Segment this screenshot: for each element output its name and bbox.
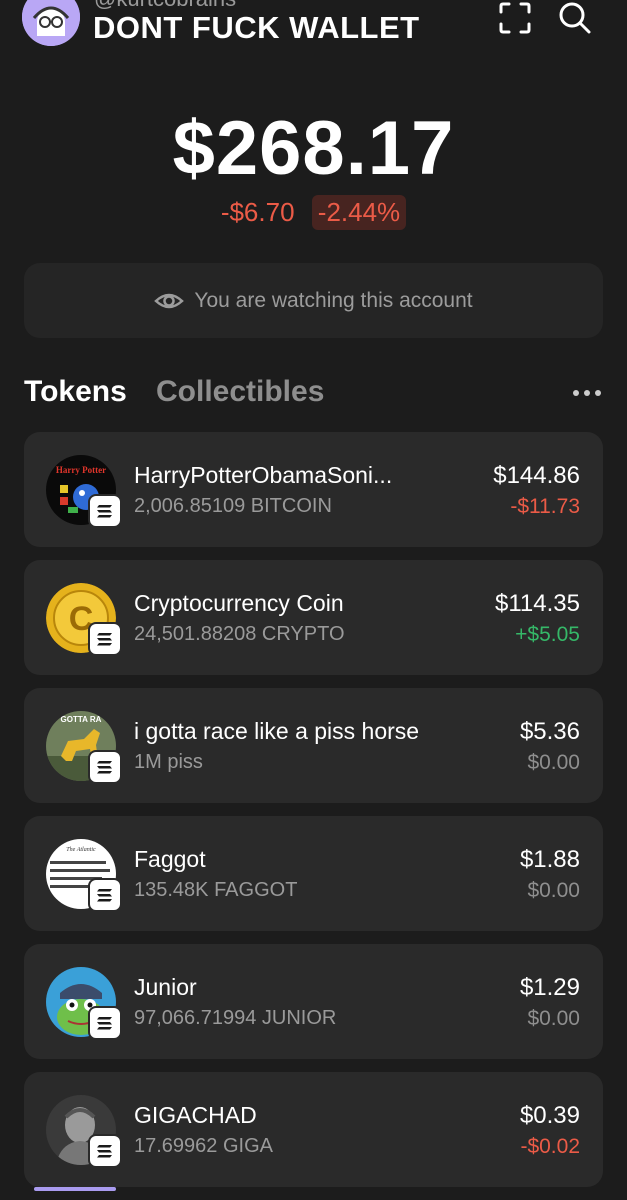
token-row-junior[interactable]: Junior 97,066.71994 JUNIOR $1.29 $0.00 <box>24 944 603 1059</box>
token-change: -$0.02 <box>520 1135 580 1158</box>
token-amount: 24,501.88208 CRYPTO <box>134 623 345 645</box>
balance-change-value: -$6.70 <box>220 197 295 227</box>
token-amount: 17.69962 GIGA <box>134 1135 273 1157</box>
ghost-avatar-icon <box>22 0 80 46</box>
token-list: Harry Potter HarryPotterObamaSoni... 2,0… <box>24 432 603 1200</box>
tab-collectibles[interactable]: Collectibles <box>156 375 324 409</box>
solana-icon <box>97 761 112 774</box>
scan-button[interactable] <box>497 0 533 36</box>
token-name: Faggot <box>134 846 206 872</box>
solana-chain-badge <box>88 1134 122 1168</box>
asset-tabs: Tokens Collectibles <box>24 375 603 415</box>
active-tab-indicator <box>34 1187 116 1191</box>
wallet-name[interactable]: DONT FUCK WALLET <box>93 10 420 46</box>
more-options-icon[interactable] <box>571 383 603 403</box>
token-row-harrypotterobamasonic[interactable]: Harry Potter HarryPotterObamaSoni... 2,0… <box>24 432 603 547</box>
token-value: $5.36 <box>519 718 580 745</box>
token-amount: 97,066.71994 JUNIOR <box>134 1007 337 1029</box>
token-logo-text: The Atlantic <box>66 847 96 853</box>
solana-icon <box>97 1145 112 1158</box>
token-row-faggot[interactable]: The Atlantic Faggot 135.48K FAGGOT $1.88… <box>24 816 603 931</box>
solana-chain-badge <box>88 622 122 656</box>
search-button[interactable] <box>557 0 593 36</box>
token-name: Cryptocurrency Coin <box>134 590 344 616</box>
token-change: -$11.73 <box>510 495 580 518</box>
solana-icon <box>97 505 112 518</box>
token-change: $0.00 <box>527 751 580 774</box>
solana-chain-badge <box>88 750 122 784</box>
header: @kurtcobrains DONT FUCK WALLET <box>0 0 627 60</box>
solana-chain-badge <box>88 494 122 528</box>
wallet-avatar[interactable] <box>22 0 80 46</box>
token-amount: 1M piss <box>134 751 203 773</box>
total-balance: $268.17 <box>172 106 455 191</box>
solana-icon <box>97 889 112 902</box>
token-row-cryptocurrency-coin[interactable]: C Cryptocurrency Coin 24,501.88208 CRYPT… <box>24 560 603 675</box>
scan-icon <box>499 2 531 34</box>
token-name: Junior <box>134 974 197 1000</box>
balance-change-row: -$6.70 -2.44% <box>0 195 627 230</box>
search-icon <box>559 2 591 34</box>
token-name: GIGACHAD <box>134 1102 257 1128</box>
token-name: i gotta race like a piss horse <box>134 718 420 744</box>
token-amount: 135.48K FAGGOT <box>134 879 298 901</box>
token-row-gigachad[interactable]: GIGACHAD 17.69962 GIGA $0.39 -$0.02 <box>24 1072 603 1187</box>
token-value: $1.88 <box>519 846 580 873</box>
token-value: $144.86 <box>493 462 580 489</box>
eye-icon <box>154 293 185 308</box>
solana-chain-badge <box>88 1006 122 1040</box>
solana-chain-badge <box>88 878 122 912</box>
token-name: HarryPotterObamaSoni... <box>134 462 393 488</box>
watching-account-text: You are watching this account <box>194 288 473 312</box>
token-value: $114.35 <box>495 590 580 617</box>
token-logo-text: GOTTA RA <box>61 715 102 724</box>
token-logo-text: Harry Potter <box>56 465 106 475</box>
balance-change-percent-badge: -2.44% <box>311 195 407 230</box>
tab-tokens[interactable]: Tokens <box>24 375 127 409</box>
token-change: $0.00 <box>527 1007 580 1030</box>
solana-icon <box>97 1017 112 1030</box>
solana-icon <box>97 633 112 646</box>
token-value: $1.29 <box>519 974 580 1001</box>
watching-account-banner: You are watching this account <box>24 263 603 338</box>
token-change: +$5.05 <box>515 623 580 646</box>
token-row-piss-horse[interactable]: GOTTA RA i gotta race like a piss horse … <box>24 688 603 803</box>
token-change: $0.00 <box>527 879 580 902</box>
token-amount: 2,006.85109 BITCOIN <box>134 495 332 517</box>
token-value: $0.39 <box>519 1102 580 1129</box>
